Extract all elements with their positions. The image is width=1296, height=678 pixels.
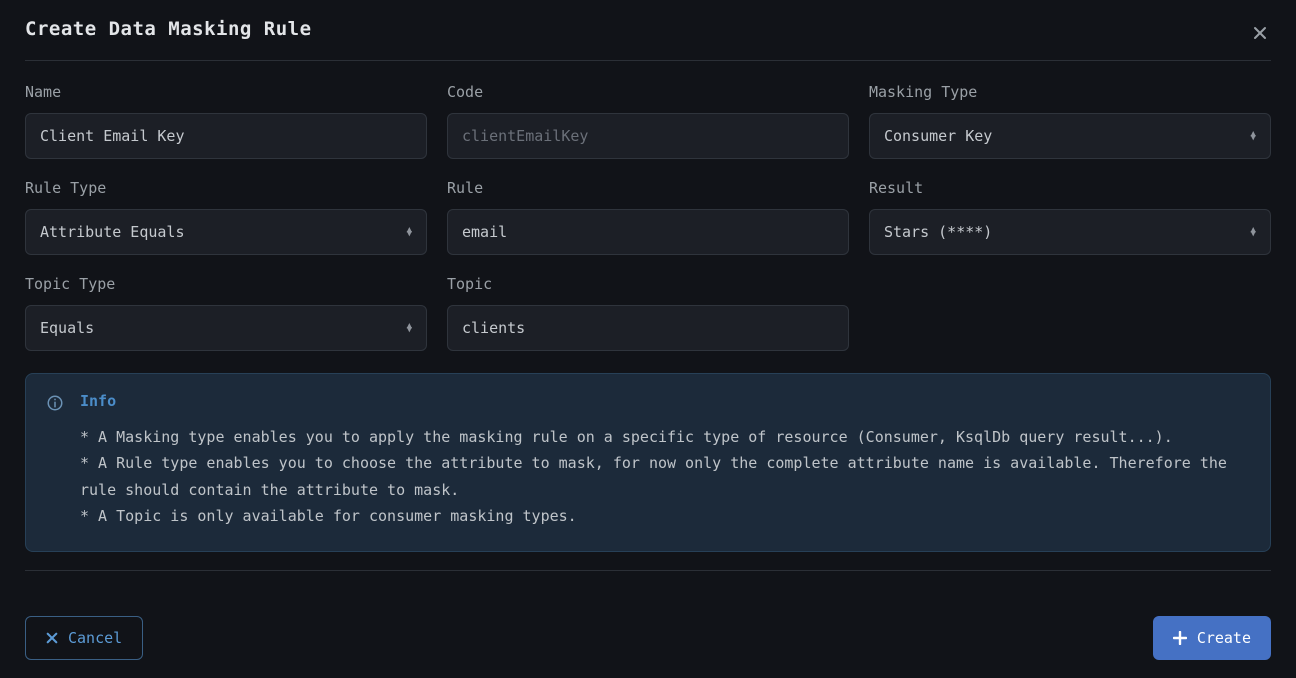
chevron-updown-icon: ▲▼ [407,324,412,333]
create-button[interactable]: Create [1153,616,1271,660]
info-title: Info [80,392,1250,410]
masking-type-value: Consumer Key [884,127,1251,145]
divider [25,60,1271,61]
rule-type-select[interactable]: Attribute Equals ▲▼ [25,209,427,255]
masking-type-select[interactable]: Consumer Key ▲▼ [869,113,1271,159]
field-rule: Rule [447,179,849,255]
topic-type-select[interactable]: Equals ▲▼ [25,305,427,351]
rule-label: Rule [447,179,849,197]
cancel-label: Cancel [68,629,122,647]
topic-type-value: Equals [40,319,407,337]
rule-input[interactable] [447,209,849,255]
cancel-button[interactable]: Cancel [25,616,143,660]
info-box: Info * A Masking type enables you to app… [25,373,1271,552]
masking-type-label: Masking Type [869,83,1271,101]
topic-input[interactable] [447,305,849,351]
result-value: Stars (****) [884,223,1251,241]
form: Name Code Masking Type Consumer Key ▲▼ R… [25,83,1271,351]
result-select[interactable]: Stars (****) ▲▼ [869,209,1271,255]
plus-icon [1173,631,1187,645]
name-input[interactable] [25,113,427,159]
modal-header: Create Data Masking Rule [25,18,1271,44]
close-button[interactable] [1249,22,1271,44]
create-masking-rule-modal: Create Data Masking Rule Name Code Maski… [0,0,1296,678]
modal-title: Create Data Masking Rule [25,18,312,40]
field-masking-type: Masking Type Consumer Key ▲▼ [869,83,1271,159]
info-icon [46,394,64,529]
rule-type-label: Rule Type [25,179,427,197]
info-content: Info * A Masking type enables you to app… [80,392,1250,529]
topic-label: Topic [447,275,849,293]
chevron-updown-icon: ▲▼ [1251,228,1256,237]
field-rule-type: Rule Type Attribute Equals ▲▼ [25,179,427,255]
result-label: Result [869,179,1271,197]
chevron-updown-icon: ▲▼ [407,228,412,237]
close-icon [1253,26,1267,40]
rule-type-value: Attribute Equals [40,223,407,241]
divider [25,570,1271,571]
field-code: Code [447,83,849,159]
field-topic: Topic [447,275,849,351]
chevron-updown-icon: ▲▼ [1251,132,1256,141]
field-result: Result Stars (****) ▲▼ [869,179,1271,255]
topic-type-label: Topic Type [25,275,427,293]
info-body: * A Masking type enables you to apply th… [80,424,1250,529]
create-label: Create [1197,629,1251,647]
field-name: Name [25,83,427,159]
field-topic-type: Topic Type Equals ▲▼ [25,275,427,351]
modal-footer: Cancel Create [25,616,1271,660]
name-label: Name [25,83,427,101]
code-label: Code [447,83,849,101]
close-icon [46,632,58,644]
code-input[interactable] [447,113,849,159]
